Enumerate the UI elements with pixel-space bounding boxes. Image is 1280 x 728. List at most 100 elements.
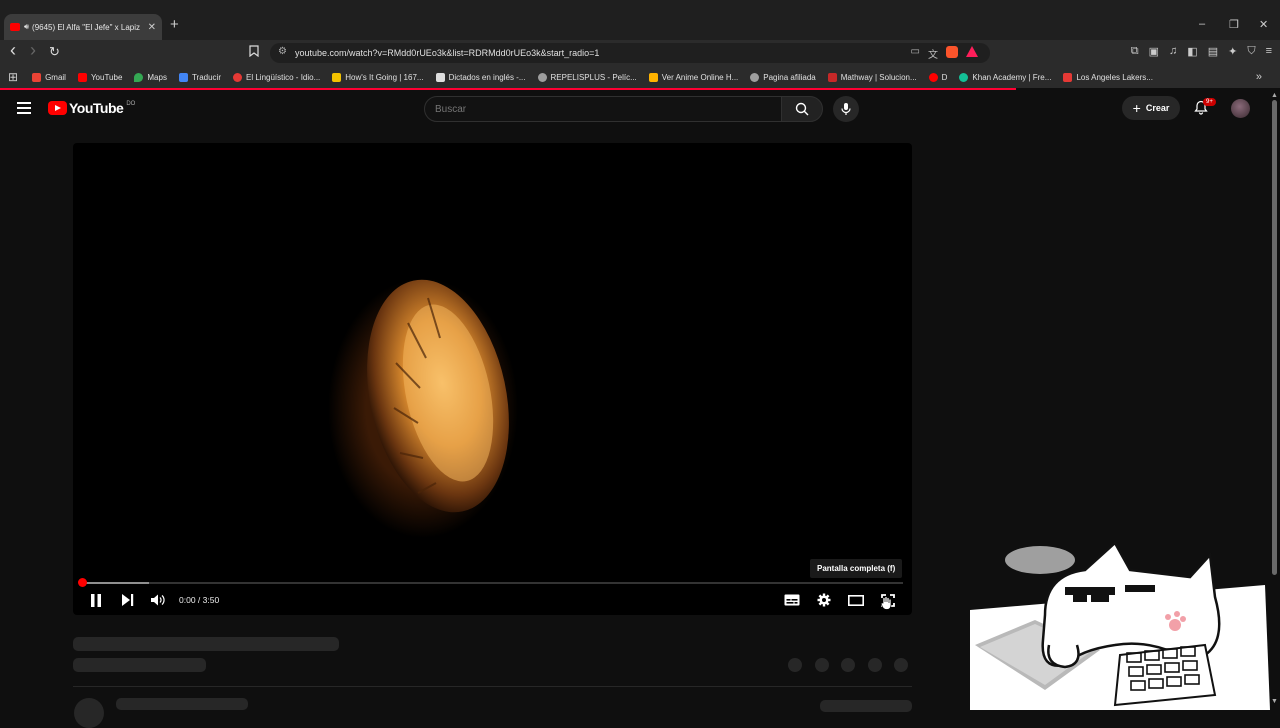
- mathway-icon: [827, 72, 837, 82]
- bookmark-traducir[interactable]: Traducir: [178, 72, 221, 82]
- brave-rewards-icon[interactable]: [966, 46, 978, 57]
- browser-tab-bar: 🔊︎ (9645) El Alfa "El Jefe" x Lapiz ✕ + …: [0, 0, 1280, 40]
- next-icon: [121, 594, 133, 606]
- scroll-up-icon[interactable]: ▲: [1271, 92, 1278, 99]
- gear-icon: [817, 593, 831, 607]
- microphone-icon: [841, 103, 851, 115]
- scrubber-handle[interactable]: [78, 578, 87, 587]
- scrollbar-thumb[interactable]: [1272, 100, 1277, 575]
- bookmark-hows-it-going[interactable]: How's It Going | 167...: [332, 72, 424, 82]
- hamburger-menu-icon[interactable]: [17, 102, 31, 117]
- menu-icon[interactable]: ≡: [1266, 45, 1272, 58]
- bookmark-d[interactable]: D: [928, 72, 947, 82]
- action-skeleton: [815, 658, 829, 672]
- browser-tab-active[interactable]: 🔊︎ (9645) El Alfa "El Jefe" x Lapiz ✕: [4, 14, 162, 40]
- bookmark-maps[interactable]: Maps: [134, 72, 167, 82]
- back-button[interactable]: ‹: [10, 40, 16, 61]
- search-input[interactable]: [424, 96, 782, 122]
- globe-icon: [537, 72, 547, 82]
- address-bar[interactable]: ⚙︎ youtube.com/watch?v=RMdd0rUEo3k&list=…: [270, 43, 990, 63]
- buffer-bar: [83, 582, 149, 584]
- maps-icon: [134, 72, 144, 82]
- bookmark-icon[interactable]: [249, 45, 259, 60]
- close-window-button[interactable]: ✕: [1259, 18, 1268, 31]
- subscribe-skeleton: [820, 700, 912, 712]
- brave-shields-icon[interactable]: [946, 46, 958, 58]
- bongo-cat-sticker: [970, 541, 1270, 710]
- action-skeleton: [868, 658, 882, 672]
- fullscreen-tooltip: Pantalla completa (f): [810, 559, 903, 578]
- subtitles-button[interactable]: [783, 591, 801, 609]
- sidebar-icon[interactable]: ◧: [1187, 45, 1197, 58]
- action-skeleton: [788, 658, 802, 672]
- create-button[interactable]: + Crear: [1122, 96, 1180, 120]
- tab-close-icon[interactable]: ✕: [148, 22, 156, 33]
- lakers-icon: [1063, 72, 1073, 82]
- pause-button[interactable]: [87, 591, 105, 609]
- bookmark-mathway[interactable]: Mathway | Solucion...: [827, 72, 917, 82]
- bookmark-lakers[interactable]: Los Angeles Lakers...: [1063, 72, 1153, 82]
- cast-icon[interactable]: ▭: [911, 46, 920, 61]
- youtube-play-icon: [48, 101, 67, 115]
- mute-button[interactable]: [149, 591, 167, 609]
- divider: [73, 686, 912, 687]
- notifications-badge: 9+: [1203, 98, 1216, 106]
- youtube-icon: [77, 72, 87, 82]
- media-icon[interactable]: ♫: [1169, 45, 1177, 58]
- subtitles-icon: [784, 594, 800, 606]
- bookmark-dictados[interactable]: Dictados en inglés -...: [435, 72, 526, 82]
- extensions-icon[interactable]: ⧉: [1131, 45, 1139, 58]
- youtube-header: YouTube DO + Crear 9+: [0, 90, 1270, 128]
- action-skeleton: [841, 658, 855, 672]
- bookmark-pagina-afiliada[interactable]: Pagina afiliada: [750, 72, 816, 82]
- url-text: youtube.com/watch?v=RMdd0rUEo3k&list=RDR…: [295, 48, 600, 58]
- progress-bar[interactable]: [78, 578, 903, 587]
- bookmark-youtube[interactable]: YouTube: [77, 72, 122, 82]
- next-button[interactable]: [118, 591, 136, 609]
- youtube-logo[interactable]: YouTube DO: [48, 100, 135, 116]
- wallet-card-icon[interactable]: ▤: [1208, 45, 1218, 58]
- forward-button[interactable]: ›: [30, 40, 36, 61]
- bookmarks-overflow-icon[interactable]: »: [1256, 71, 1262, 83]
- wallet-icon[interactable]: ▣: [1149, 45, 1159, 58]
- channel-avatar-skeleton: [74, 698, 104, 728]
- search-icon: [795, 102, 809, 116]
- linguistico-icon: [233, 72, 242, 82]
- restore-button[interactable]: ❐: [1229, 18, 1239, 31]
- translate-icon[interactable]: 文: [928, 46, 938, 61]
- khan-academy-icon: [959, 72, 969, 82]
- anime-icon: [648, 72, 658, 82]
- site-info-icon[interactable]: ⚙︎: [278, 46, 287, 57]
- reload-button[interactable]: ↻: [49, 44, 60, 60]
- leo-ai-icon[interactable]: ✦: [1228, 45, 1237, 58]
- mouse-cursor-icon: [881, 596, 892, 610]
- theater-mode-button[interactable]: [847, 591, 865, 609]
- time-display: 0:00 / 3:50: [179, 595, 220, 605]
- settings-button[interactable]: [815, 591, 833, 609]
- bookmark-repelisplus[interactable]: REPELISPLUS - Pelíc...: [537, 72, 637, 82]
- bookmark-linguistico[interactable]: El Lingüístico - Idio...: [233, 72, 320, 82]
- video-player[interactable]: Pantalla completa (f) 0:00 / 3:50: [73, 143, 912, 615]
- tab-title: (9645) El Alfa "El Jefe" x Lapiz: [32, 22, 141, 32]
- subtitle-skeleton: [73, 658, 206, 672]
- bookmark-anime[interactable]: Ver Anime Online H...: [648, 72, 738, 82]
- search-button[interactable]: [781, 96, 823, 122]
- translate-icon: [178, 72, 188, 82]
- minimize-button[interactable]: –: [1199, 18, 1205, 30]
- voice-search-button[interactable]: [833, 96, 859, 122]
- d-icon: [928, 72, 938, 82]
- dictados-icon: [435, 72, 445, 82]
- avatar[interactable]: [1231, 99, 1250, 118]
- new-tab-button[interactable]: +: [170, 16, 179, 33]
- video-frame-spotlight: [328, 278, 518, 538]
- youtube-favicon-icon: [10, 23, 20, 31]
- volume-icon: [151, 594, 165, 606]
- apps-grid-icon[interactable]: ⊞: [8, 70, 18, 84]
- speaker-icon[interactable]: 🔊︎: [24, 22, 29, 32]
- plus-icon: +: [1132, 100, 1141, 116]
- action-skeleton: [894, 658, 908, 672]
- vpn-icon[interactable]: ⛉: [1247, 45, 1255, 58]
- bookmark-gmail[interactable]: Gmail: [32, 72, 66, 82]
- bookmark-khan-academy[interactable]: Khan Academy | Fre...: [959, 72, 1051, 82]
- browser-toolbar: ‹ › ↻ ⚙︎ youtube.com/watch?v=RMdd0rUEo3k…: [0, 40, 1280, 66]
